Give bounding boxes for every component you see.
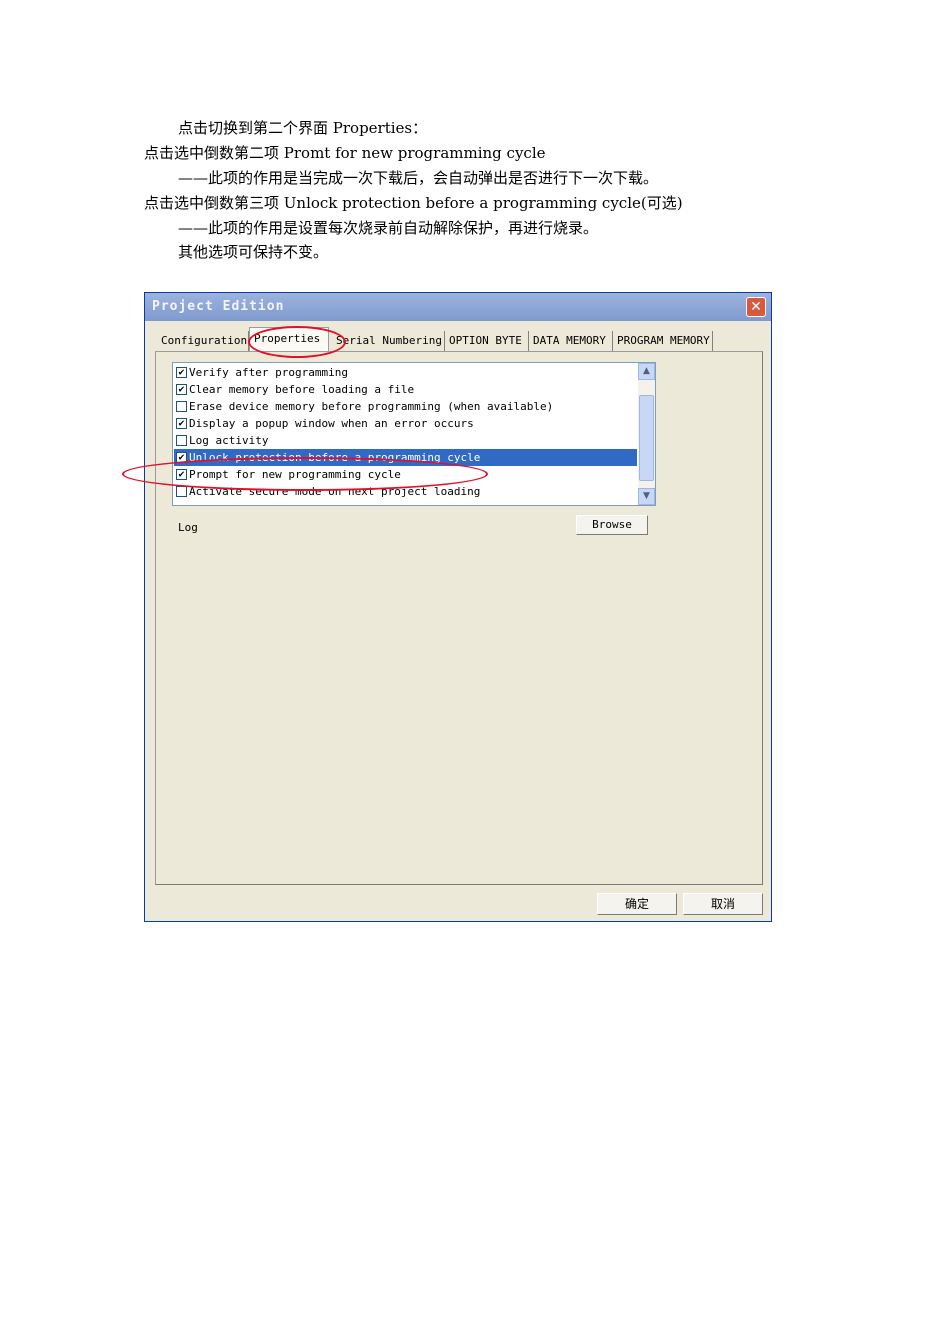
checkbox-checked[interactable]: ✔: [176, 384, 187, 395]
option-label: Clear memory before loading a file: [189, 383, 415, 396]
option-row[interactable]: Erase device memory before programming (…: [174, 398, 637, 415]
checkbox-unchecked[interactable]: [176, 486, 187, 497]
properties-panel: ✔ Verify after programming ✔ Clear memory b…: [155, 351, 763, 885]
option-label: Display a popup window when an error occ…: [189, 417, 474, 430]
checkbox-unchecked[interactable]: [176, 435, 187, 446]
option-row[interactable]: Log activity: [174, 432, 637, 449]
doc-line-4: 点击选中倒数第三项 Unlock protection before a pro…: [144, 194, 683, 212]
tab-option-byte[interactable]: OPTION BYTE: [445, 331, 529, 351]
ok-button[interactable]: 确定: [597, 893, 677, 915]
option-row[interactable]: ✔ Clear memory before loading a file: [174, 381, 637, 398]
browse-button[interactable]: Browse: [576, 515, 648, 535]
scrollbar[interactable]: ▲ ▼: [638, 363, 655, 505]
option-row[interactable]: ✔ Verify after programming: [174, 364, 637, 381]
checkbox-checked[interactable]: ✔: [176, 367, 187, 378]
option-label: Log activity: [189, 434, 269, 447]
dialog-title: Project Edition: [152, 299, 285, 314]
checkbox-unchecked[interactable]: [176, 401, 187, 412]
tab-program-memory[interactable]: PROGRAM MEMORY: [613, 331, 713, 351]
scroll-up-icon[interactable]: ▲: [638, 363, 655, 380]
log-label: Log: [178, 521, 198, 534]
option-label: Erase device memory before programming (…: [189, 400, 554, 413]
doc-line-1: 点击切换到第二个界面 Properties：: [178, 119, 428, 137]
scroll-down-icon[interactable]: ▼: [638, 488, 655, 505]
scroll-thumb[interactable]: [639, 395, 654, 481]
annotation-circle-tab: [248, 326, 346, 358]
checkbox-checked[interactable]: ✔: [176, 418, 187, 429]
doc-line-6: 其他选项可保持不变。: [178, 243, 329, 261]
doc-line-3: ——此项的作用是当完成一次下载后，会自动弹出是否进行下一次下载。: [178, 169, 659, 187]
dialog-titlebar: Project Edition ✕: [145, 293, 771, 321]
tab-serial-numbering[interactable]: Serial Numbering: [332, 331, 445, 351]
doc-line-2: 点击选中倒数第二项 Promt for new programming cycl…: [144, 144, 546, 162]
cancel-button[interactable]: 取消: [683, 893, 763, 915]
tab-configuration[interactable]: Configuration: [157, 331, 249, 351]
annotation-circle-prompt: [122, 457, 488, 491]
tab-data-memory[interactable]: DATA MEMORY: [529, 331, 613, 351]
doc-line-5: ——此项的作用是设置每次烧录前自动解除保护，再进行烧录。: [178, 219, 599, 237]
option-label: Verify after programming: [189, 366, 348, 379]
close-icon[interactable]: ✕: [746, 297, 766, 317]
option-row[interactable]: ✔ Display a popup window when an error oc…: [174, 415, 637, 432]
project-edition-dialog: Project Edition ✕ Configuration Properti…: [144, 292, 772, 922]
